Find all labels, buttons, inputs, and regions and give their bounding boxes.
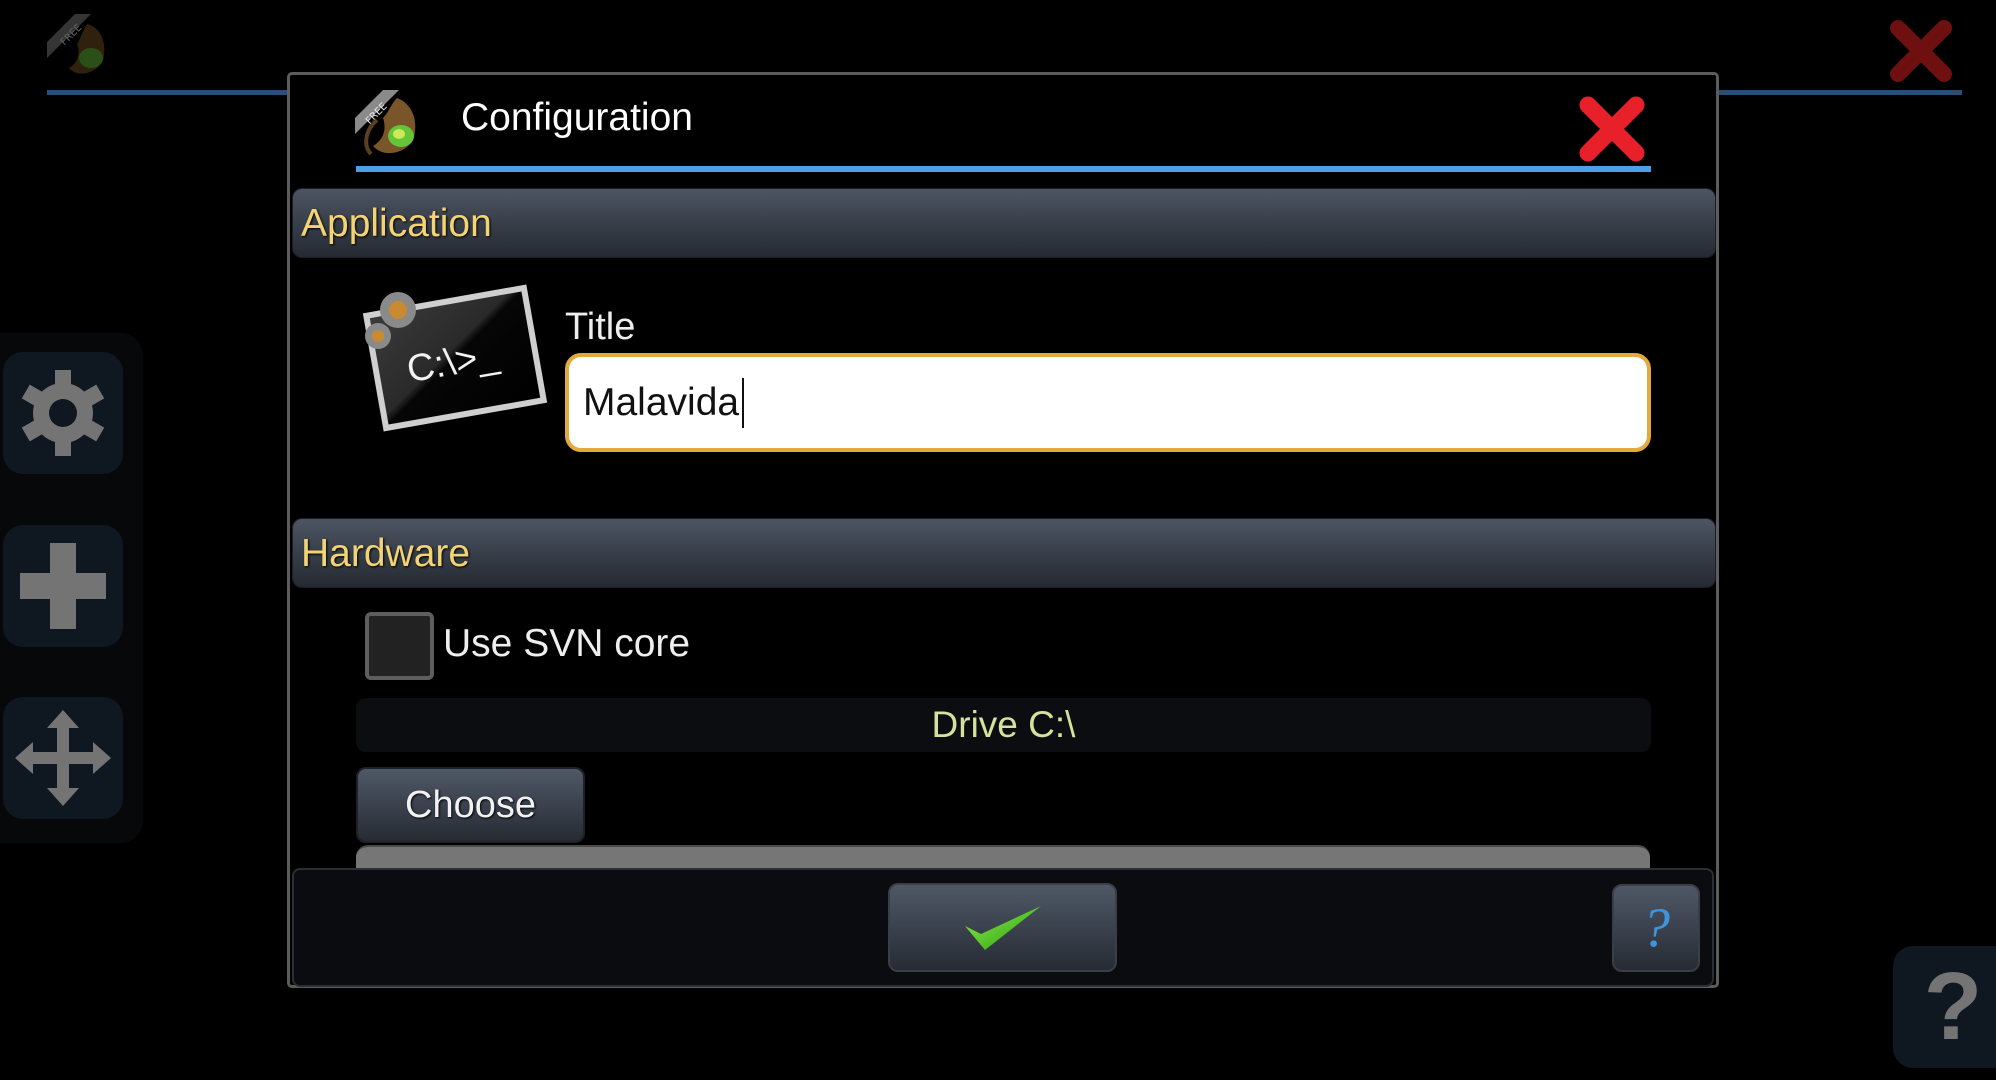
plus-icon [20,543,106,629]
terminal-icon: C:\>_ [358,276,552,440]
title-divider [356,166,1651,172]
question-mark-icon: ? [1923,953,1983,1060]
sidebar [0,333,143,843]
close-icon[interactable] [1888,18,1954,84]
move-button[interactable] [3,697,123,819]
ok-button[interactable] [888,883,1117,972]
title-input[interactable] [565,353,1651,452]
checkmark-icon [964,905,1041,950]
section-title: Hardware [301,532,471,575]
add-button[interactable] [3,525,123,647]
section-title: Application [301,202,492,245]
section-header-application: Application [292,188,1716,258]
use-svn-core-checkbox[interactable] [365,612,434,680]
close-icon [1579,96,1645,162]
question-mark-icon: ? [1642,897,1670,959]
move-arrows-icon [15,710,111,806]
help-button[interactable]: ? [1612,884,1700,972]
text-caret [742,378,744,428]
background-help-button[interactable]: ? [1893,946,1996,1068]
dialog-title: Configuration [461,96,693,139]
close-dialog-button[interactable] [1576,93,1648,165]
choose-label: Choose [405,783,536,826]
settings-button[interactable] [3,352,123,474]
drive-label: Drive C:\ [931,704,1076,745]
gear-icon [21,370,105,456]
section-header-hardware: Hardware [292,518,1716,588]
drive-display: Drive C:\ [356,698,1651,752]
title-label: Title [565,306,636,348]
choose-button[interactable]: Choose [356,767,585,843]
dialog-logo-icon: FREE [355,90,429,162]
app-logo-icon: FREE [47,14,121,84]
use-svn-core-label[interactable]: Use SVN core [443,622,690,666]
